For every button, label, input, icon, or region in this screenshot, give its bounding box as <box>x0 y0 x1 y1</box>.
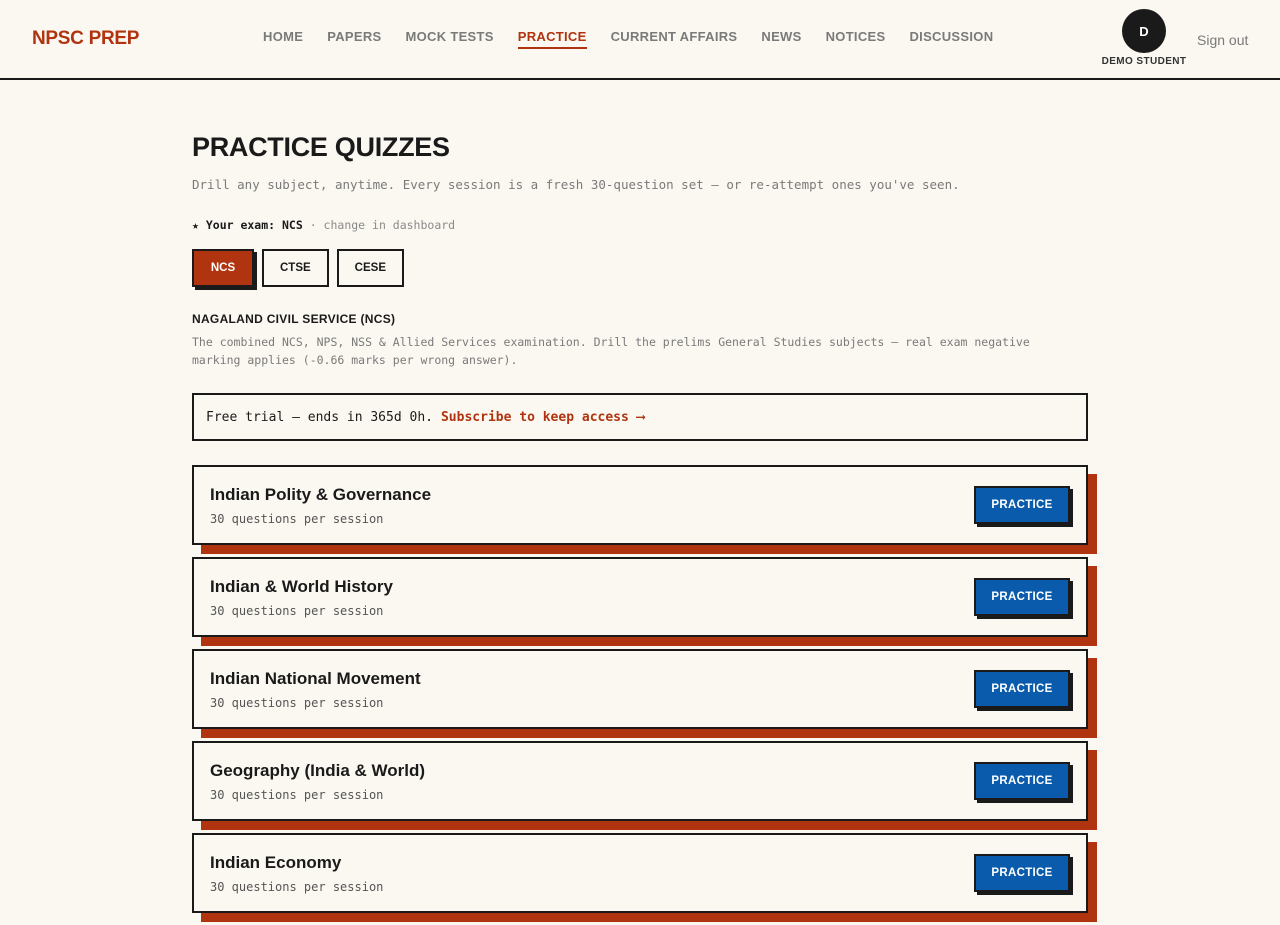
nav-discussion[interactable]: DISCUSSION <box>909 29 993 49</box>
page-subtitle: Drill any subject, anytime. Every sessio… <box>192 177 960 192</box>
practice-button[interactable]: PRACTICE <box>974 670 1070 708</box>
top-header: NPSC PREP HOME PAPERS MOCK TESTS PRACTIC… <box>0 0 1280 80</box>
sign-out-link[interactable]: Sign out <box>1197 32 1248 48</box>
exam-description: The combined NCS, NPS, NSS & Allied Serv… <box>192 335 1030 367</box>
current-exam-line: ★ Your exam: NCS · change in dashboard <box>192 218 1088 232</box>
nav-home[interactable]: HOME <box>263 29 303 49</box>
practice-button[interactable]: PRACTICE <box>974 486 1070 524</box>
trial-text: Free trial — ends in 365d 0h. <box>206 409 433 425</box>
page-title: PRACTICE QUIZZES <box>192 132 450 162</box>
nav-news[interactable]: NEWS <box>761 29 801 49</box>
quiz-card: Indian & World History 30 questions per … <box>192 557 1088 637</box>
quiz-title: Geography (India & World) <box>210 761 426 780</box>
quiz-card: Indian National Movement 30 questions pe… <box>192 649 1088 729</box>
nav-current-affairs[interactable]: CURRENT AFFAIRS <box>611 29 738 49</box>
exam-heading: NAGALAND CIVIL SERVICE (NCS) <box>192 312 396 326</box>
practice-button[interactable]: PRACTICE <box>974 854 1070 892</box>
nav-notices[interactable]: NOTICES <box>826 29 886 49</box>
nav-papers[interactable]: PAPERS <box>327 29 381 49</box>
quiz-title: Indian & World History <box>210 577 393 596</box>
quiz-title: Indian Polity & Governance <box>210 485 432 504</box>
quiz-meta: 30 questions per session <box>210 696 384 710</box>
subscribe-link[interactable]: Subscribe to keep access ⟶ <box>441 410 645 425</box>
trial-banner: Free trial — ends in 365d 0h. Subscribe … <box>192 393 1088 441</box>
exam-tab-ncs[interactable]: NCS <box>192 249 254 287</box>
quiz-card: Indian Economy 30 questions per session … <box>192 833 1088 913</box>
quiz-meta: 30 questions per session <box>210 788 384 802</box>
exam-tab-cese[interactable]: CESE <box>336 249 404 287</box>
nav-practice[interactable]: PRACTICE <box>517 29 587 49</box>
quiz-title: Indian National Movement <box>210 669 421 688</box>
quiz-meta: 30 questions per session <box>210 604 384 618</box>
exam-tabs: NCS CTSE CESE <box>192 249 1088 287</box>
quiz-list: Indian Polity & Governance 30 questions … <box>192 465 1088 913</box>
exam-tab-ctse[interactable]: CTSE <box>262 249 329 287</box>
quiz-meta: 30 questions per session <box>210 880 384 894</box>
site-logo[interactable]: NPSC PREP <box>32 28 139 50</box>
main-content: PRACTICE QUIZZES Drill any subject, anyt… <box>192 80 1088 925</box>
practice-button[interactable]: PRACTICE <box>974 578 1070 616</box>
avatar[interactable]: D <box>1122 9 1166 53</box>
practice-button[interactable]: PRACTICE <box>974 762 1070 800</box>
current-exam-label: ★ Your exam: NCS <box>192 218 303 232</box>
quiz-card: Geography (India & World) 30 questions p… <box>192 741 1088 821</box>
change-exam-hint: · change in dashboard <box>302 218 456 232</box>
quiz-title: Indian Economy <box>210 853 342 872</box>
quiz-meta: 30 questions per session <box>210 512 384 526</box>
quiz-card: Indian Polity & Governance 30 questions … <box>192 465 1088 545</box>
main-nav: HOME PAPERS MOCK TESTS PRACTICE CURRENT … <box>263 29 993 49</box>
user-name: DEMO STUDENT <box>1101 56 1187 67</box>
nav-mock-tests[interactable]: MOCK TESTS <box>406 29 494 49</box>
